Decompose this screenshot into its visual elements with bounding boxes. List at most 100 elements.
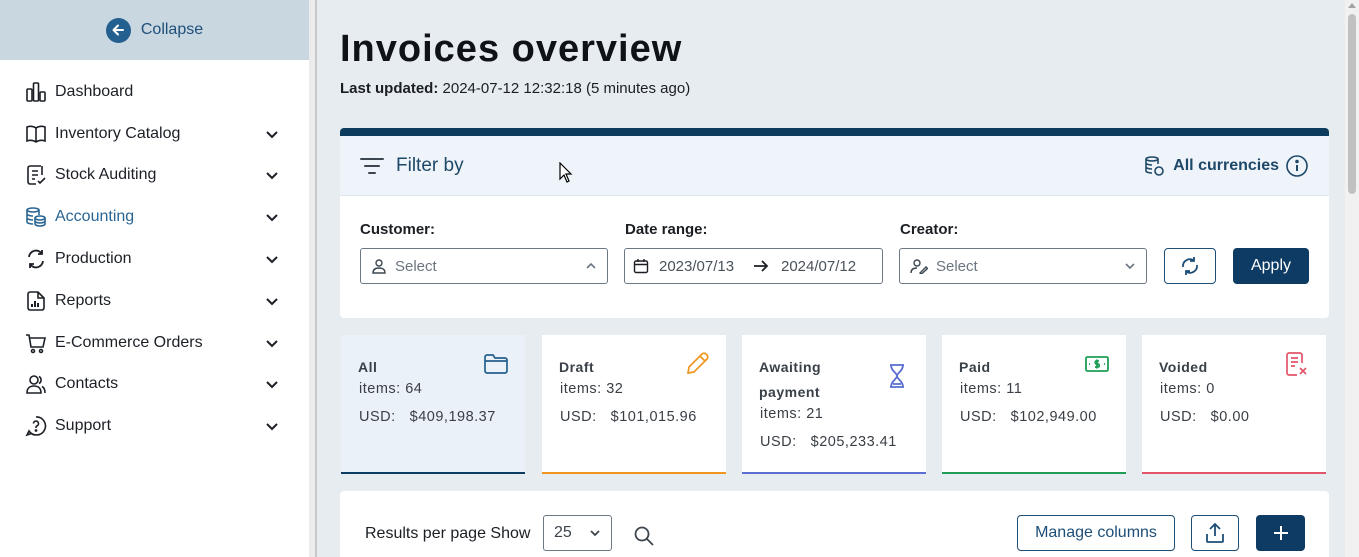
add-invoice-button[interactable] (1256, 515, 1305, 551)
plus-icon (1273, 526, 1288, 540)
sidebar-item-contacts[interactable]: Contacts (0, 364, 309, 406)
customer-placeholder: Select (395, 257, 437, 275)
filter-icon (360, 157, 384, 174)
last-updated-value: 2024-07-12 12:32:18 (5 minutes ago) (442, 80, 691, 97)
chevron-down-icon (266, 298, 278, 306)
collapse-button[interactable]: Collapse (0, 0, 309, 60)
page-scrollbar[interactable] (1345, 0, 1359, 557)
results-per-page-label: Results per page Show (365, 525, 531, 542)
sidebar-item-support[interactable]: Support (0, 405, 309, 447)
status-items: items: 11 (960, 381, 1023, 397)
upload-icon (1206, 522, 1224, 543)
status-items: items: 64 (359, 381, 423, 397)
user-icon (372, 259, 386, 274)
user-pen-icon (910, 259, 928, 274)
refresh-icon (1182, 257, 1198, 275)
sidebar-item-label: Support (55, 417, 112, 435)
status-items: items: 32 (560, 381, 624, 397)
hourglass-icon (890, 364, 904, 388)
arrow-right-icon (754, 260, 769, 272)
clipboard-check-icon (24, 163, 48, 187)
folder-icon (484, 354, 508, 374)
sidebar-item-dashboard[interactable]: Dashboard (0, 71, 309, 113)
sidebar-item-label: Reports (55, 291, 112, 309)
sidebar-item-label: Accounting (55, 208, 135, 226)
status-name: Draft (559, 359, 595, 375)
sidebar-item-production[interactable]: Production (0, 238, 309, 280)
sidebar-item-reports[interactable]: Reports (0, 280, 309, 322)
currency-coins-icon (1145, 155, 1164, 176)
sidebar-item-label: Inventory Catalog (55, 124, 181, 142)
filter-title: Filter by (396, 154, 464, 176)
customer-select[interactable]: Select (360, 248, 608, 284)
sidebar-item-label: Stock Auditing (55, 166, 157, 184)
sidebar-nav: Dashboard Inventory Catalog Stock Auditi… (0, 60, 309, 447)
scroll-up-arrow[interactable] (1348, 3, 1356, 8)
search-icon[interactable] (633, 525, 655, 547)
sidebar-item-accounting[interactable]: Accounting (0, 196, 309, 238)
chevron-up-icon (586, 262, 596, 269)
last-updated: Last updated: 2024-07-12 12:32:18 (5 min… (340, 80, 690, 97)
sidebar-item-e-commerce-orders[interactable]: E-Commerce Orders (0, 322, 309, 364)
status-card-draft[interactable]: Draft items: 32 USD: $101,015.96 (542, 335, 726, 474)
chevron-down-icon (590, 530, 600, 537)
status-name: All (358, 359, 378, 375)
results-toolbar: Results per page Show 25 Manage columns (340, 491, 1329, 557)
dashboard-icon (24, 80, 48, 104)
chevron-down-icon (266, 381, 278, 389)
voided-receipt-icon (1286, 352, 1307, 376)
filter-header: Filter by All currencies (340, 136, 1329, 196)
chevron-down-icon (266, 256, 278, 264)
status-card-all[interactable]: All items: 64 USD: $409,198.37 (341, 335, 525, 474)
results-per-page-select[interactable]: 25 (543, 515, 612, 551)
chevron-down-icon (266, 423, 278, 431)
chevron-down-icon (266, 172, 278, 180)
sidebar-item-stock-auditing[interactable]: Stock Auditing (0, 155, 309, 197)
status-name: Awaiting payment (759, 359, 822, 400)
coins-icon (24, 205, 48, 229)
chevron-down-icon (266, 339, 278, 348)
all-currencies-label[interactable]: All currencies (1173, 157, 1279, 175)
status-card-paid[interactable]: Paid items: 11 USD: $102,949.00 (942, 335, 1126, 474)
collapse-label: Collapse (140, 21, 204, 38)
creator-label: Creator: (900, 221, 959, 238)
people-icon (24, 372, 48, 396)
sidebar-item-inventory-catalog[interactable]: Inventory Catalog (0, 113, 309, 155)
page-title: Invoices overview (340, 28, 683, 70)
status-amount: USD: $102,949.00 (960, 409, 1097, 425)
status-name: Voided (1159, 359, 1208, 375)
creator-placeholder: Select (936, 257, 978, 275)
last-updated-label: Last updated: (340, 80, 439, 97)
filter-card-accent (340, 128, 1329, 136)
status-amount: USD: $409,198.37 (359, 409, 496, 425)
chevron-down-icon (266, 214, 278, 222)
cart-icon (24, 331, 48, 355)
date-to[interactable]: 2024/07/12 (781, 258, 867, 275)
date-from[interactable]: 2023/07/13 (659, 258, 741, 275)
sidebar-resize-handle[interactable] (309, 0, 317, 557)
reset-filters-button[interactable] (1164, 248, 1216, 284)
report-icon (24, 289, 48, 313)
sidebar-item-label: E-Commerce Orders (55, 333, 203, 351)
scrollbar-thumb[interactable] (1348, 14, 1356, 194)
mouse-cursor-icon (559, 162, 573, 183)
date-range-picker[interactable]: 2023/07/13 2024/07/12 (624, 248, 883, 284)
book-icon (24, 122, 48, 146)
sidebar-item-label: Contacts (55, 375, 119, 393)
calendar-icon (633, 259, 649, 274)
manage-columns-button[interactable]: Manage columns (1017, 515, 1175, 551)
status-card-awaiting-payment[interactable]: Awaiting payment items: 21 USD: $205,233.4… (742, 335, 926, 474)
status-items: items: 21 (760, 406, 824, 422)
sidebar-item-label: Production (55, 250, 132, 268)
status-items: items: 0 (1160, 381, 1215, 397)
apply-button[interactable]: Apply (1233, 248, 1309, 284)
info-icon[interactable] (1285, 154, 1309, 178)
status-name: Paid (959, 359, 991, 375)
export-button[interactable] (1191, 515, 1239, 551)
customer-label: Customer: (360, 221, 436, 238)
status-card-voided[interactable]: Voided items: 0 USD: $0.00 (1142, 335, 1326, 474)
filter-card: Filter by All currencies Customer: Selec… (340, 128, 1329, 318)
creator-select[interactable]: Select (899, 248, 1147, 284)
help-icon (24, 414, 48, 438)
arrow-left-icon (105, 17, 131, 43)
